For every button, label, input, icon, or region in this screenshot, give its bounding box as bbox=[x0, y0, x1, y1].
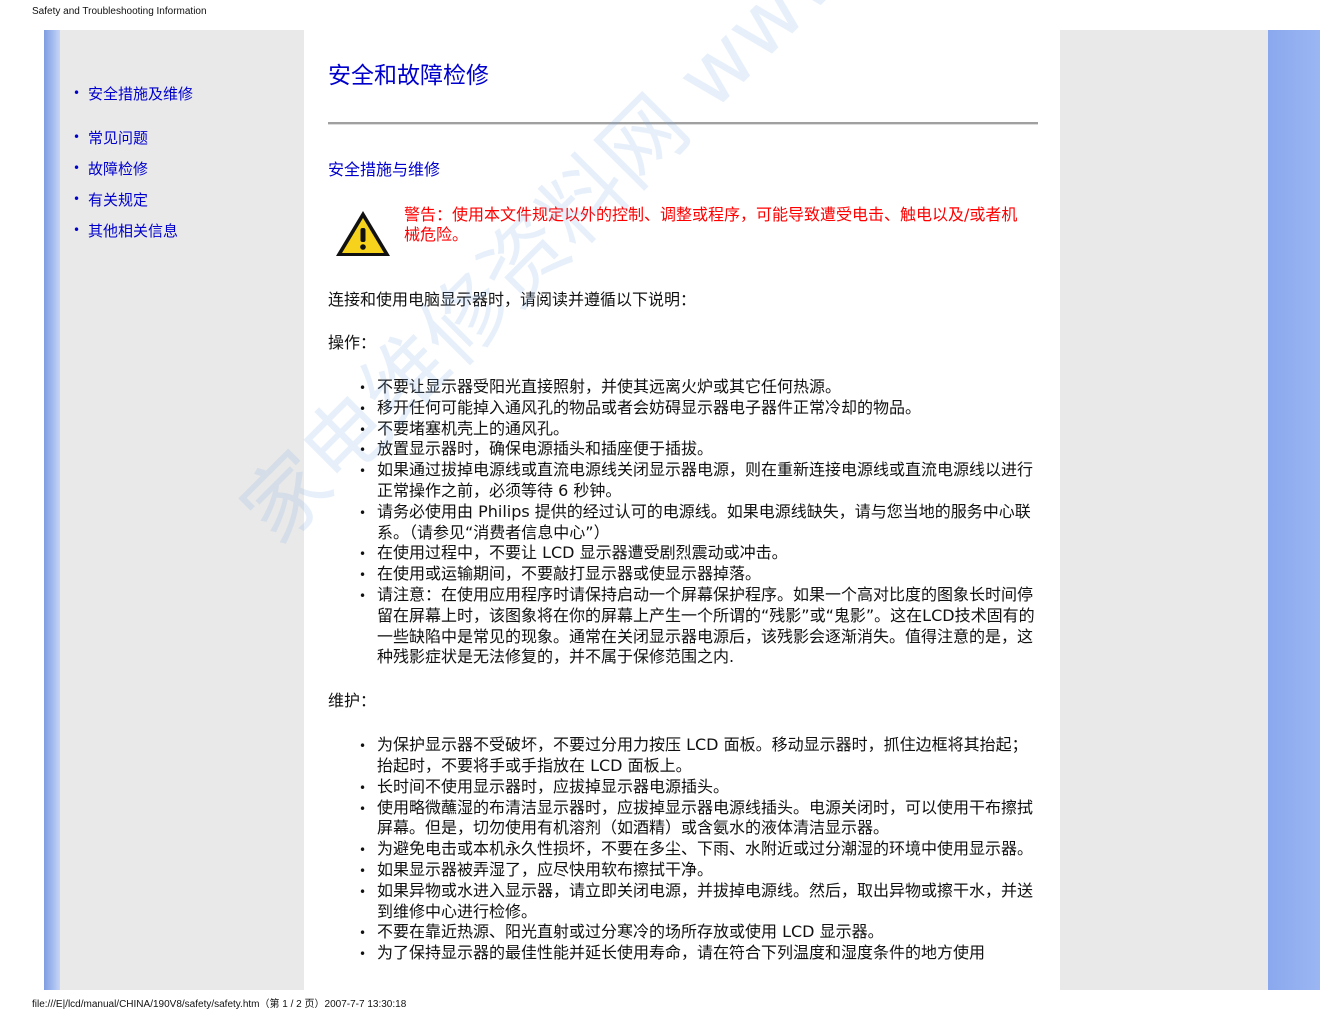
sidebar-item-troubleshooting[interactable]: 故障检修 bbox=[60, 158, 304, 179]
operation-heading: 操作： bbox=[328, 333, 377, 352]
right-decorative-stripe bbox=[1268, 30, 1320, 990]
operation-list: 不要让显示器受阳光直接照射，并使其远离火炉或其它任何热源。 移开任何可能掉入通风… bbox=[328, 377, 1036, 668]
list-item: 使用略微蘸湿的布清洁显示器时，应拔掉显示器电源线插头。电源关闭时，可以使用干布擦… bbox=[328, 798, 1037, 840]
list-item: 如果显示器被弄湿了，应尽快用软布擦拭干净。 bbox=[328, 860, 1037, 882]
print-header: Safety and Troubleshooting Information bbox=[32, 6, 207, 17]
sidebar: 安全措施及维修 常见问题 故障检修 有关规定 其他相关信息 bbox=[60, 30, 304, 990]
list-item: 移开任何可能掉入通风孔的物品或者会妨碍显示器电子器件正常冷却的物品。 bbox=[328, 398, 1037, 420]
list-item: 请注意：在使用应用程序时请保持启动一个屏幕保护程序。如果一个高对比度的图象长时间… bbox=[328, 585, 1037, 668]
maintenance-list: 为保护显示器不受破坏，不要过分用力按压 LCD 面板。移动显示器时，抓住边框将其… bbox=[328, 735, 1037, 965]
sidebar-item-faq[interactable]: 常见问题 bbox=[60, 127, 304, 148]
page-frame: 安全措施及维修 常见问题 故障检修 有关规定 其他相关信息 安全和故障检修 安全… bbox=[44, 30, 1320, 990]
main-content: 安全和故障检修 安全措施与维修 警告：使用本文件规定以外的控制、调整或程序，可能… bbox=[304, 30, 1060, 990]
list-item: 不要堵塞机壳上的通风孔。 bbox=[328, 419, 1037, 441]
sidebar-nav: 安全措施及维修 常见问题 故障检修 有关规定 其他相关信息 bbox=[60, 83, 304, 241]
left-decorative-stripe bbox=[44, 30, 60, 990]
list-item: 为避免电击或本机永久性损坏，不要在多尘、下雨、水附近或过分潮湿的环境中使用显示器… bbox=[328, 839, 1037, 861]
page-title: 安全和故障检修 bbox=[328, 63, 489, 89]
list-item: 请务必使用由 Philips 提供的经过认可的电源线。如果电源线缺失，请与您当地… bbox=[328, 502, 1037, 544]
list-item: 如果异物或水进入显示器，请立即关闭电源，并拔掉电源线。然后，取出异物或擦干水，并… bbox=[328, 881, 1037, 923]
list-item: 为了保持显示器的最佳性能并延长使用寿命，请在符合下列温度和湿度条件的地方使用 bbox=[328, 943, 1037, 965]
warning-block: 警告：使用本文件规定以外的控制、调整或程序，可能导致遭受电击、触电以及/或者机械… bbox=[328, 205, 1036, 259]
maintenance-heading: 维护： bbox=[328, 691, 377, 711]
list-item: 不要在靠近热源、阳光直射或过分寒冷的场所存放或使用 LCD 显示器。 bbox=[328, 922, 1037, 944]
list-item: 在使用或运输期间，不要敲打显示器或使显示器掉落。 bbox=[328, 564, 1037, 586]
list-item: 在使用过程中，不要让 LCD 显示器遭受剧烈震动或冲击。 bbox=[328, 543, 1037, 565]
right-panel bbox=[1060, 30, 1268, 990]
list-item: 放置显示器时，确保电源插头和插座便于插拔。 bbox=[328, 439, 1037, 461]
sidebar-item-safety[interactable]: 安全措施及维修 bbox=[60, 83, 304, 104]
section-heading: 安全措施与维修 bbox=[328, 160, 441, 179]
list-item: 如果通过拔掉电源线或直流电源线关闭显示器电源，则在重新连接电源线或直流电源线以进… bbox=[328, 460, 1037, 502]
sidebar-item-regulatory[interactable]: 有关规定 bbox=[60, 189, 304, 210]
list-item: 不要让显示器受阳光直接照射，并使其远离火炉或其它任何热源。 bbox=[328, 377, 1037, 399]
print-footer: file:///E|/lcd/manual/CHINA/190V8/safety… bbox=[32, 999, 407, 1010]
warning-triangle-icon bbox=[336, 211, 390, 256]
intro-text: 连接和使用电脑显示器时，请阅读并遵循以下说明： bbox=[328, 290, 697, 309]
sidebar-item-other-info[interactable]: 其他相关信息 bbox=[60, 220, 304, 241]
title-divider bbox=[328, 122, 1038, 125]
warning-text: 警告：使用本文件规定以外的控制、调整或程序，可能导致遭受电击、触电以及/或者机械… bbox=[404, 205, 1018, 244]
list-item: 为保护显示器不受破坏，不要过分用力按压 LCD 面板。移动显示器时，抓住边框将其… bbox=[328, 735, 1037, 777]
list-item: 长时间不使用显示器时，应拔掉显示器电源插头。 bbox=[328, 777, 1037, 799]
